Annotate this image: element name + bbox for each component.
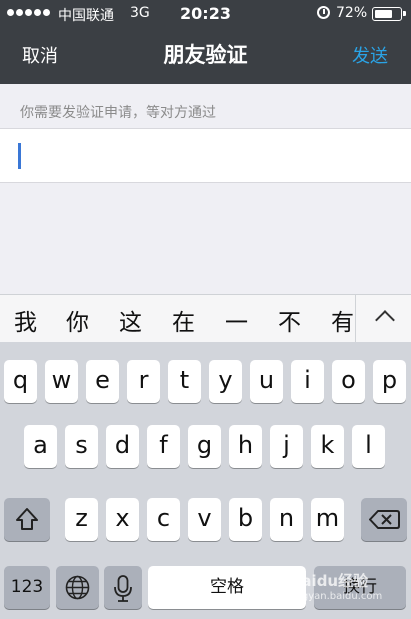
shift-icon xyxy=(16,508,38,530)
key-q[interactable]: q xyxy=(4,360,37,403)
candidate-word[interactable]: 这 xyxy=(119,303,142,337)
key-i[interactable]: i xyxy=(291,360,324,403)
numbers-key[interactable]: 123 xyxy=(4,566,50,609)
microphone-icon xyxy=(114,575,132,602)
expand-candidates-icon[interactable] xyxy=(355,295,411,343)
key-a[interactable]: a xyxy=(24,425,57,468)
candidate-word[interactable]: 我 xyxy=(14,303,37,337)
candidate-word[interactable]: 你 xyxy=(66,303,89,337)
watermark-url: jingyan.baidu.com xyxy=(290,591,383,602)
candidate-word[interactable]: 一 xyxy=(225,303,248,337)
baidu-watermark: Baidu经验 jingyan.baidu.com xyxy=(290,570,382,602)
key-g[interactable]: g xyxy=(188,425,221,468)
app-header: 中国联通 3G 20:23 72% 取消 朋友验证 发送 xyxy=(0,0,411,84)
battery-percent: 72% xyxy=(336,5,368,21)
key-p[interactable]: p xyxy=(373,360,406,403)
key-v[interactable]: v xyxy=(188,498,221,541)
key-m[interactable]: m xyxy=(311,498,344,541)
shift-key[interactable] xyxy=(4,498,50,541)
watermark-text: Baidu经验 xyxy=(290,572,369,590)
key-z[interactable]: z xyxy=(65,498,98,541)
candidate-word[interactable]: 有 xyxy=(331,303,354,337)
key-x[interactable]: x xyxy=(106,498,139,541)
key-s[interactable]: s xyxy=(65,425,98,468)
key-j[interactable]: j xyxy=(270,425,303,468)
verification-form: 你需要发验证申请，等对方通过 xyxy=(0,84,411,294)
key-d[interactable]: d xyxy=(106,425,139,468)
backspace-icon xyxy=(369,510,400,529)
candidate-word[interactable]: 不 xyxy=(278,303,301,337)
navigation-bar: 取消 朋友验证 发送 xyxy=(0,28,411,84)
delete-key[interactable] xyxy=(361,498,407,541)
key-t[interactable]: t xyxy=(168,360,201,403)
key-u[interactable]: u xyxy=(250,360,283,403)
globe-icon xyxy=(65,575,90,600)
space-key[interactable]: 空格 xyxy=(148,566,306,609)
text-cursor xyxy=(18,143,21,169)
globe-key[interactable] xyxy=(56,566,99,609)
key-h[interactable]: h xyxy=(229,425,262,468)
key-l[interactable]: l xyxy=(352,425,385,468)
key-k[interactable]: k xyxy=(311,425,344,468)
send-button[interactable]: 发送 xyxy=(352,42,388,68)
candidate-bar: 我 你 这 在 一 不 有 xyxy=(0,294,411,343)
battery-icon xyxy=(372,7,406,21)
key-b[interactable]: b xyxy=(229,498,262,541)
alarm-clock-icon xyxy=(317,6,330,19)
key-f[interactable]: f xyxy=(147,425,180,468)
candidate-word[interactable]: 在 xyxy=(172,303,195,337)
key-n[interactable]: n xyxy=(270,498,303,541)
key-e[interactable]: e xyxy=(86,360,119,403)
key-o[interactable]: o xyxy=(332,360,365,403)
status-bar: 中国联通 3G 20:23 72% xyxy=(0,0,411,28)
key-w[interactable]: w xyxy=(45,360,78,403)
key-c[interactable]: c xyxy=(147,498,180,541)
microphone-key[interactable] xyxy=(104,566,142,609)
page-title: 朋友验证 xyxy=(163,43,248,67)
key-r[interactable]: r xyxy=(127,360,160,403)
key-y[interactable]: y xyxy=(209,360,242,403)
verification-hint: 你需要发验证申请，等对方通过 xyxy=(20,105,216,121)
verification-message-input[interactable] xyxy=(0,128,411,183)
